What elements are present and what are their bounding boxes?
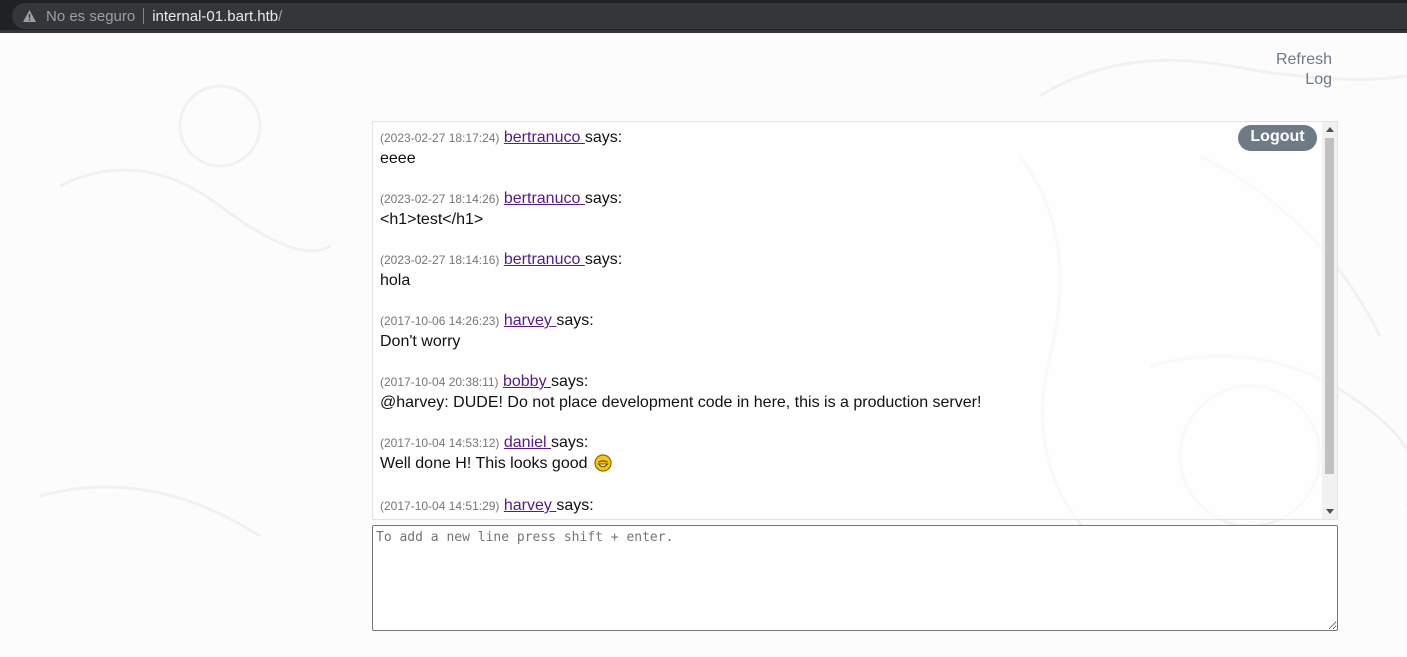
username-link[interactable]: harvey bbox=[504, 312, 556, 329]
username-link[interactable]: bertranuco bbox=[504, 129, 585, 146]
message-text-row: Well done H! This looks good bbox=[380, 453, 1320, 475]
message-timestamp: (2023-02-27 18:17:24) bbox=[380, 131, 500, 145]
security-label[interactable]: No es seguro bbox=[46, 8, 135, 25]
warning-icon bbox=[23, 10, 36, 22]
says-label: says: bbox=[584, 190, 623, 207]
smiley-emoji-icon bbox=[594, 454, 612, 472]
message-timestamp: (2017-10-04 14:51:29) bbox=[380, 499, 500, 513]
top-links: Refresh Log bbox=[1276, 50, 1332, 90]
browser-toolbar: No es seguro internal-01.bart.htb / bbox=[0, 0, 1407, 33]
username-link[interactable]: daniel bbox=[504, 434, 551, 451]
username-link[interactable]: harvey bbox=[504, 497, 556, 514]
address-bar[interactable]: No es seguro internal-01.bart.htb / bbox=[12, 3, 1407, 29]
chat-message: (2023-02-27 18:14:26) bertranuco says: <… bbox=[380, 189, 1320, 250]
chat-log[interactable]: (2023-02-27 18:17:24) bertranuco says: e… bbox=[372, 121, 1338, 520]
message-text: Don't worry bbox=[380, 333, 461, 350]
chat-message: (2017-10-06 14:26:23) harvey says: Don't… bbox=[380, 311, 1320, 372]
message-text: hola bbox=[380, 272, 411, 289]
username-link[interactable]: bertranuco bbox=[504, 251, 585, 268]
message-text: <h1>test</h1> bbox=[380, 211, 484, 228]
chat-message: (2023-02-27 18:14:16) bertranuco says: h… bbox=[380, 250, 1320, 311]
says-label: says: bbox=[584, 129, 623, 146]
message-text: eeee bbox=[380, 150, 416, 167]
chat-message: (2017-10-04 20:38:11) bobby says: @harve… bbox=[380, 372, 1320, 433]
says-label: says: bbox=[556, 312, 594, 329]
chat-message: (2017-10-04 14:53:12) daniel says: Well … bbox=[380, 433, 1320, 496]
chat-message: (2023-02-27 18:17:24) bertranuco says: e… bbox=[380, 128, 1320, 189]
username-link[interactable]: bobby bbox=[503, 373, 551, 390]
log-link[interactable]: Log bbox=[1276, 70, 1332, 90]
scroll-up-icon[interactable] bbox=[1326, 127, 1334, 132]
message-text: Well done H! This looks good bbox=[380, 455, 592, 472]
message-timestamp: (2017-10-04 14:53:12) bbox=[380, 436, 500, 450]
url-host: internal-01.bart.htb bbox=[152, 7, 279, 25]
scroll-down-icon[interactable] bbox=[1326, 509, 1334, 514]
message-timestamp: (2017-10-04 20:38:11) bbox=[380, 375, 499, 389]
message-list: (2023-02-27 18:17:24) bertranuco says: e… bbox=[380, 128, 1320, 519]
chat-scrollbar[interactable] bbox=[1322, 122, 1337, 519]
says-label: says: bbox=[551, 373, 589, 390]
message-timestamp: (2023-02-27 18:14:16) bbox=[380, 253, 500, 267]
message-text: @harvey: DUDE! Do not place development … bbox=[380, 394, 982, 411]
username-link[interactable]: bertranuco bbox=[504, 190, 585, 207]
address-separator bbox=[143, 8, 145, 24]
says-label: says: bbox=[584, 251, 623, 268]
url-path: / bbox=[278, 7, 283, 25]
logout-button[interactable]: Logout bbox=[1238, 125, 1317, 151]
message-timestamp: (2017-10-06 14:26:23) bbox=[380, 314, 500, 328]
chat-message: (2017-10-04 14:51:29) harvey says: bbox=[380, 496, 1320, 519]
message-timestamp: (2023-02-27 18:14:26) bbox=[380, 192, 500, 206]
scrollbar-thumb[interactable] bbox=[1325, 138, 1334, 474]
refresh-link[interactable]: Refresh bbox=[1276, 50, 1332, 70]
says-label: says: bbox=[551, 434, 589, 451]
page-content: Refresh Log (2023-02-27 18:17:24) bertra… bbox=[0, 36, 1407, 657]
message-input[interactable] bbox=[372, 525, 1338, 631]
says-label: says: bbox=[556, 497, 594, 514]
